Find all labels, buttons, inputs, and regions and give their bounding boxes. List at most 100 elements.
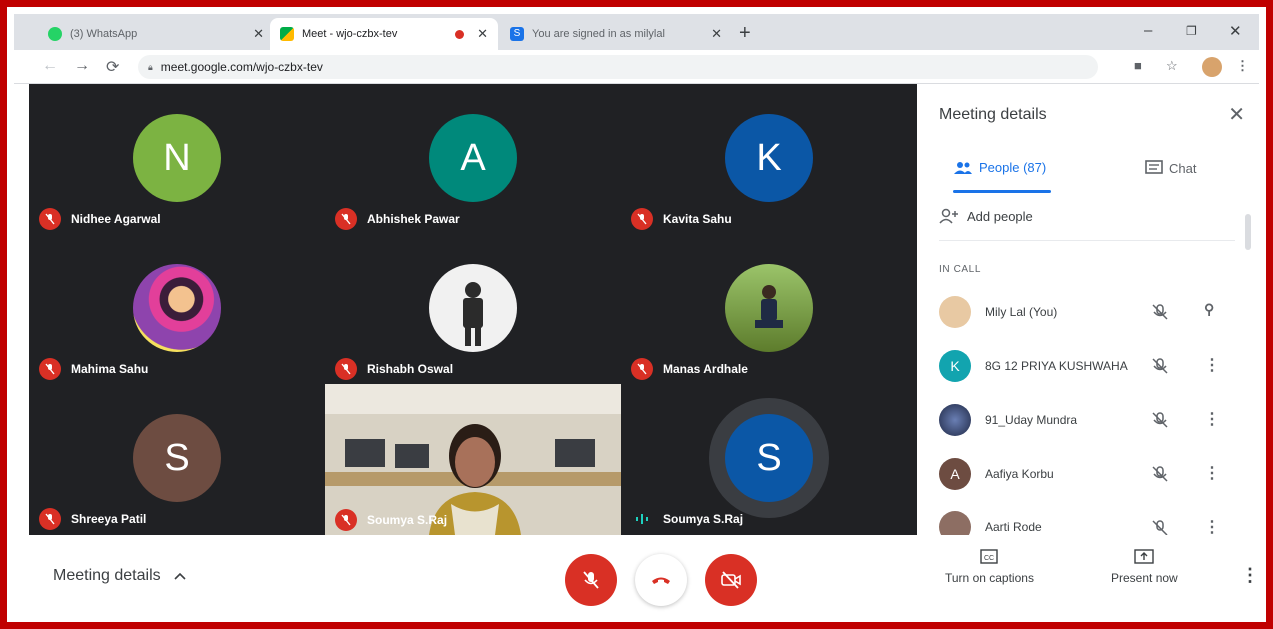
close-icon[interactable]: ✕ [711,26,722,42]
tile-name-row: Soumya S.Raj [335,509,447,531]
meeting-details-button[interactable]: Meeting details [53,567,187,585]
more-options-icon[interactable]: ⋮ [1204,355,1220,375]
more-options-icon[interactable]: ⋮ [1204,409,1220,429]
mic-off-icon [583,571,599,589]
tile-name-row: Abhishek Pawar [335,208,460,230]
leave-call-button[interactable] [635,554,687,606]
close-icon[interactable]: ✕ [1228,102,1245,127]
participant-tile[interactable]: Manas Ardhale [621,234,917,384]
participant-row[interactable]: Aarti Rode ⋮ [939,511,1229,535]
more-options-icon[interactable]: ⋮ [1204,517,1220,535]
back-icon[interactable]: ← [42,57,58,75]
lock-icon: 🔒︎ [148,61,153,72]
participant-name: Aarti Rode [985,520,1042,534]
avatar: S [133,414,221,502]
address-bar[interactable]: 🔒︎ meet.google.com/wjo-czbx-tev [138,55,1098,79]
participant-row[interactable]: K 8G 12 PRIYA KUSHWAHA ⋮ [939,349,1229,383]
present-icon [1134,549,1155,564]
restore-icon[interactable]: ❐ [1186,24,1197,38]
recording-icon [455,29,464,39]
mic-off-icon [335,358,357,380]
forward-icon[interactable]: → [74,57,90,75]
tab-people[interactable]: People (87) [953,160,1046,175]
camera-off-icon [721,571,741,589]
add-people-button[interactable]: Add people [939,208,1033,224]
tab-chat[interactable]: Chat [1145,160,1196,176]
meeting-details-label: Meeting details [53,567,161,584]
tile-name-row: Kavita Sahu [631,208,732,230]
mic-off-icon [1151,465,1169,488]
avatar-photo [939,296,971,328]
camera-icon[interactable]: ■ [1134,58,1142,73]
bottom-controls-bar: Meeting details CC Turn on captions Pres… [29,535,1259,615]
participant-name: Rishabh Oswal [367,362,454,376]
tab-meet[interactable]: Meet - wjo-czbx-tev ✕ [270,18,498,50]
participant-tile[interactable]: Mahima Sahu [29,234,325,384]
avatar-photo [725,264,813,352]
close-icon[interactable]: ✕ [477,26,488,42]
tab-signed-in[interactable]: S You are signed in as milylal ✕ [500,18,732,50]
avatar: K [725,114,813,202]
mic-toggle-button[interactable] [565,554,617,606]
participant-tile[interactable]: N Nidhee Agarwal [29,84,325,234]
more-options-icon[interactable]: ⋮ [1241,565,1259,586]
tab-whatsapp[interactable]: (3) WhatsApp ✕ [38,18,274,50]
avatar-photo [939,511,971,535]
whatsapp-icon [48,27,62,41]
mic-off-icon [1151,303,1169,326]
tab-label: Chat [1169,160,1197,176]
new-tab-button[interactable]: + [739,22,751,45]
pin-icon[interactable]: ⚲ [1204,301,1214,318]
chat-icon [1145,160,1163,174]
meeting-details-panel: Meeting details ✕ People (87) Chat Add p… [917,84,1259,535]
participant-row[interactable]: 91_Uday Mundra ⋮ [939,403,1229,437]
participant-name: Abhishek Pawar [367,212,460,226]
participant-tile[interactable]: S Shreeya Patil [29,384,325,534]
hang-up-icon [652,577,670,584]
participant-tile[interactable]: A Abhishek Pawar [325,84,621,234]
add-person-icon [939,208,958,224]
meet-icon [280,27,294,41]
participant-row[interactable]: Mily Lal (You) ⚲ [939,295,1229,329]
participant-grid: N Nidhee Agarwal A Abhishek Pawar K Kavi… [29,84,917,535]
participant-name: 91_Uday Mundra [985,413,1078,427]
mic-off-icon [39,358,61,380]
captions-icon: CC [980,549,999,564]
captions-label: Turn on captions [945,571,1034,585]
present-now-button[interactable]: Present now [1111,549,1178,585]
profile-avatar[interactable] [1202,57,1222,77]
participant-name: Mahima Sahu [71,362,149,376]
tab-title: You are signed in as milylal [532,28,665,40]
participant-row[interactable]: A Aafiya Korbu ⋮ [939,457,1229,491]
participant-tile[interactable]: Rishabh Oswal [325,234,621,384]
panel-scrollbar[interactable] [1245,214,1251,250]
menu-icon[interactable]: ⋮ [1236,58,1249,74]
participant-name: Shreeya Patil [71,512,147,526]
tile-name-row: Soumya S.Raj [631,508,743,530]
captions-button[interactable]: CC Turn on captions [945,549,1034,585]
participant-tile[interactable]: S Soumya S.Raj [621,384,917,534]
participant-name: Soumya S.Raj [663,512,744,526]
minimize-icon[interactable]: – [1144,22,1152,39]
panel-title: Meeting details [939,106,1047,123]
mic-off-icon [39,208,61,230]
participant-name: Mily Lal (You) [985,305,1058,319]
reload-icon[interactable]: ⟳ [106,57,119,77]
mic-off-icon [1151,411,1169,434]
star-icon[interactable]: ☆ [1166,58,1178,74]
audio-level-icon [631,508,653,530]
avatar-photo [429,264,517,352]
chevron-up-icon [174,572,186,580]
divider [939,240,1235,241]
participant-tile[interactable]: K Kavita Sahu [621,84,917,234]
tile-name-row: Manas Ardhale [631,358,748,380]
mic-off-icon [335,208,357,230]
video-tile[interactable]: Soumya S.Raj [325,384,621,535]
camera-toggle-button[interactable] [705,554,757,606]
in-call-heading: IN CALL [939,264,981,275]
more-options-icon[interactable]: ⋮ [1204,463,1220,483]
close-icon[interactable]: ✕ [253,26,264,42]
avatar-photo [133,264,221,352]
close-window-icon[interactable]: ✕ [1229,22,1242,40]
browser-toolbar: ← → ⟳ 🔒︎ meet.google.com/wjo-czbx-tev ■ … [14,50,1259,84]
